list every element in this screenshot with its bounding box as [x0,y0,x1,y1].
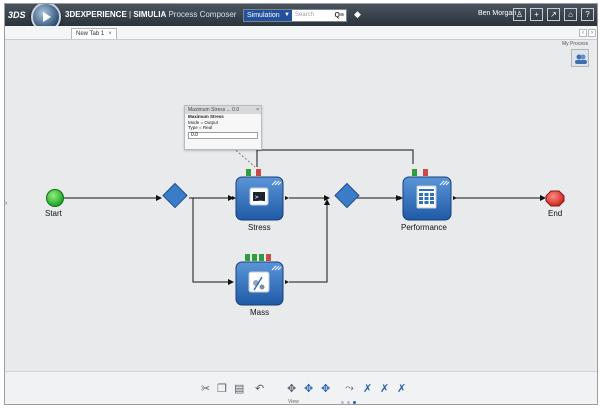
mass-parameter-tabs[interactable] [245,254,271,261]
performance-parameter-tabs[interactable] [412,169,428,176]
connectors [64,144,546,285]
brand-text: 3DEXPERIENCE [65,10,127,19]
flow-gateway-to-mass [191,197,234,285]
page-dot[interactable] [341,401,344,404]
tab-label: New Tab 1 [76,31,105,37]
search-icon[interactable]: Q≡ [334,10,344,21]
gateway-merge[interactable] [334,182,360,209]
app-title: 3DEXPERIENCE | SIMULIA Process Composer [65,10,236,19]
close-icon[interactable]: × [108,31,112,37]
move-icon[interactable]: ✥ [321,382,330,395]
search-input[interactable]: Search [295,10,314,21]
tab-bar: New Tab 1 × ‹ › [5,26,597,40]
close-icon[interactable]: × [256,106,259,114]
start-node[interactable] [46,189,64,207]
bottom-toolbar: ✂ ❐ ▤ ↶ ✥ ✥ ✥ ⤳ ✗ ✗ ✗ View [5,371,597,405]
popup-header[interactable]: Maximum Stress ... 0.0 × [185,106,261,114]
app-subtitle: Process Composer [166,10,237,19]
share-icon[interactable]: ↗ [547,8,560,21]
split-icon[interactable]: ✗ [363,382,372,395]
search-scope-dropdown[interactable]: Simulation ▼ [244,10,292,21]
flow-mass-to-gateway [289,199,330,283]
add-activity-icon[interactable]: ✥ [287,382,296,395]
activity-stress[interactable]: >_ [232,176,289,221]
cut-icon[interactable]: ✂ [201,382,210,395]
mass-label: Mass [250,308,270,317]
search-scope-label: Simulation [247,12,280,19]
stress-parameter-tabs[interactable] [246,169,261,176]
activity-mass[interactable] [235,261,289,306]
copy-icon[interactable]: ❐ [217,382,227,395]
app-name: SIMULIA [133,10,167,19]
tab-new-tab-1[interactable]: New Tab 1 × [71,28,117,39]
process-canvas[interactable]: >_ [5,4,598,405]
parameter-popup[interactable]: Maximum Stress ... 0.0 × Maximum Stress M… [184,105,262,150]
home-icon[interactable]: ⌂ [564,8,577,21]
add-icon[interactable]: + [530,8,543,21]
chevron-down-icon: ▼ [284,12,290,18]
connect-icon[interactable]: ⤳ [345,382,354,395]
end-node[interactable] [545,190,565,207]
parameter-mapping-line [256,149,414,167]
my-process-button[interactable] [571,49,589,67]
tag-icon[interactable]: ◆ [354,9,361,20]
gateway-split[interactable] [162,182,188,209]
page-dot-active[interactable] [353,401,356,404]
popup-title: Maximum Stress ... 0.0 [188,107,240,113]
activity-performance[interactable] [399,176,457,221]
view-label: View [288,399,299,405]
merge-icon[interactable]: ✗ [380,382,389,395]
my-process-label: My Process [562,41,589,47]
profile-icon[interactable]: ♙ [513,8,526,21]
help-icon[interactable]: ? [581,8,594,21]
stress-label: Stress [248,223,271,232]
tab-prev-icon[interactable]: ‹ [579,29,587,37]
performance-label: Performance [401,223,447,232]
top-bar: 3DS 3DEXPERIENCE | SIMULIA Process Compo… [5,4,597,32]
app-window: >_ 3DS 3DEXPERIENCE | SIMULIA Process Co… [4,3,598,405]
start-label: Start [45,209,62,218]
delete-link-icon[interactable]: ✗ [397,382,406,395]
page-dot[interactable] [347,401,350,404]
expand-panel-icon[interactable]: › [5,200,7,207]
parameter-type: Type = Real [188,125,213,130]
parameter-value-input[interactable]: 0.0 [188,131,258,139]
ds-logo-icon: 3DS [8,10,26,20]
paste-icon[interactable]: ▤ [234,382,244,395]
add-gateway-icon[interactable]: ✥ [304,382,313,395]
undo-icon[interactable]: ↶ [255,382,264,395]
end-label: End [548,209,563,218]
users-icon [575,54,587,64]
tab-next-icon[interactable]: › [588,29,596,37]
svg-text:>_: >_ [255,194,263,201]
search-box[interactable]: Simulation ▼ Search Q≡ [243,9,347,22]
user-name[interactable]: Ben Morgan [478,10,516,17]
